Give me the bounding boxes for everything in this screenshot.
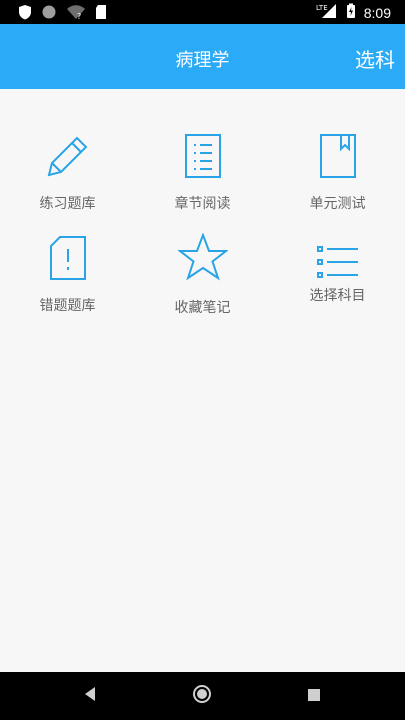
network-type-label: LTE <box>316 4 328 12</box>
home-icon <box>192 684 212 708</box>
star-icon <box>135 231 270 281</box>
grid-item-label: 收藏笔记 <box>174 300 231 316</box>
circle-icon <box>41 4 57 24</box>
svg-text:?: ? <box>77 12 81 20</box>
app-bar: 病理学 选科 <box>0 24 405 89</box>
grid-item-label: 错题题库 <box>39 298 96 314</box>
pencil-icon <box>0 129 135 179</box>
status-bar: ? LTE 8:09 <box>0 0 405 24</box>
bookmark-book-icon <box>270 129 405 179</box>
battery-charging-icon <box>346 3 356 23</box>
grid-item-label: 选择科目 <box>309 288 366 304</box>
back-icon <box>83 686 97 706</box>
grid-item-wrong-questions[interactable]: 错题题库 <box>0 231 135 331</box>
recents-button[interactable] <box>284 672 344 720</box>
page-title: 病理学 <box>175 50 230 71</box>
home-button[interactable] <box>172 672 232 720</box>
wifi-question-icon: ? <box>66 4 86 24</box>
shield-icon <box>18 4 32 24</box>
grid-item-select-subject[interactable]: 选择科目 <box>270 231 405 331</box>
navigation-bar <box>0 672 405 720</box>
status-time: 8:09 <box>363 5 391 21</box>
select-subject-button[interactable]: 选科 <box>355 44 395 73</box>
alert-document-icon <box>0 231 135 281</box>
list-icon <box>270 231 405 281</box>
status-right-icons: LTE 8:09 <box>316 3 391 23</box>
grid-item-practice[interactable]: 练习题库 <box>0 129 135 229</box>
document-list-icon <box>135 129 270 179</box>
signal-icon: LTE <box>316 3 338 23</box>
grid-item-label: 章节阅读 <box>174 196 231 212</box>
grid-item-chapter-reading[interactable]: 章节阅读 <box>135 129 270 229</box>
grid-item-label: 练习题库 <box>39 196 96 212</box>
grid-item-label: 单元测试 <box>309 196 366 212</box>
sim-card-icon <box>95 4 107 24</box>
grid-item-favorite-notes[interactable]: 收藏笔记 <box>135 231 270 331</box>
grid-item-unit-test[interactable]: 单元测试 <box>270 129 405 229</box>
status-left-icons: ? <box>18 4 107 24</box>
back-button[interactable] <box>60 672 120 720</box>
recents-icon <box>307 687 321 706</box>
